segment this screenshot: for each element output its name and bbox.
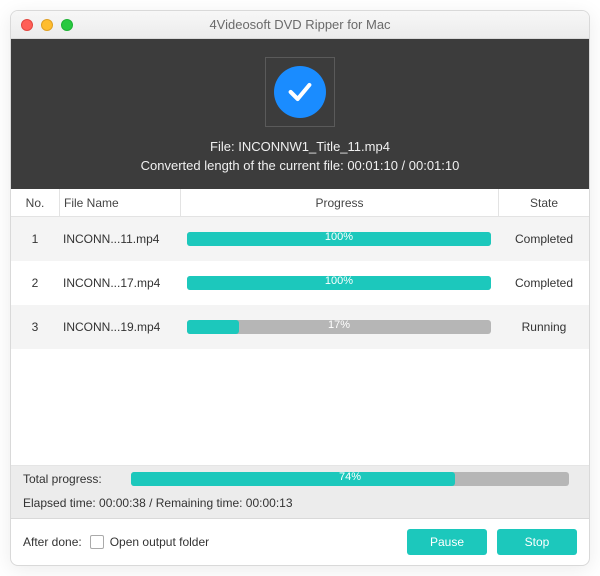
- table-body: 1 INCONN...11.mp4 100% Completed 2 INCON…: [11, 217, 589, 349]
- current-file-label: File: INCONNW1_Title_11.mp4: [21, 139, 579, 154]
- table-row: 3 INCONN...19.mp4 17% Running: [11, 305, 589, 349]
- total-progress-row: Total progress: 74%: [11, 466, 589, 492]
- table-row: 1 INCONN...11.mp4 100% Completed: [11, 217, 589, 261]
- cell-state: Running: [499, 320, 589, 334]
- after-done-label: After done:: [23, 535, 82, 549]
- check-frame: [265, 57, 335, 127]
- cell-state: Completed: [499, 232, 589, 246]
- progress-label: 17%: [187, 319, 491, 331]
- col-header-progress: Progress: [181, 196, 498, 210]
- cell-state: Completed: [499, 276, 589, 290]
- window-title: 4Videosoft DVD Ripper for Mac: [11, 17, 589, 32]
- stop-button[interactable]: Stop: [497, 529, 577, 555]
- cell-no: 2: [11, 276, 59, 290]
- cell-file: INCONN...19.mp4: [59, 320, 179, 334]
- cell-no: 1: [11, 232, 59, 246]
- cell-progress: 17%: [179, 320, 499, 334]
- total-progress-bar: 74%: [131, 472, 569, 486]
- col-header-state: State: [499, 196, 589, 210]
- app-window: 4Videosoft DVD Ripper for Mac File: INCO…: [10, 10, 590, 566]
- cell-progress: 100%: [179, 276, 499, 290]
- progress-label: 100%: [187, 231, 491, 243]
- progress-label: 74%: [131, 471, 569, 483]
- status-hero: File: INCONNW1_Title_11.mp4 Converted le…: [11, 39, 589, 189]
- table-header: No. File Name Progress State: [11, 189, 589, 217]
- cell-file: INCONN...17.mp4: [59, 276, 179, 290]
- cell-progress: 100%: [179, 232, 499, 246]
- action-row: After done: Open output folder Pause Sto…: [11, 519, 589, 565]
- progress-label: 100%: [187, 275, 491, 287]
- col-header-no: No.: [11, 196, 59, 210]
- cell-no: 3: [11, 320, 59, 334]
- bottom-panel: Total progress: 74% Elapsed time: 00:00:…: [11, 465, 589, 565]
- open-output-label: Open output folder: [110, 535, 209, 549]
- table-row: 2 INCONN...17.mp4 100% Completed: [11, 261, 589, 305]
- col-header-file: File Name: [60, 196, 180, 210]
- spacer: [11, 349, 589, 465]
- converted-length-label: Converted length of the current file: 00…: [21, 158, 579, 173]
- cell-file: INCONN...11.mp4: [59, 232, 179, 246]
- progress-bar: 17%: [187, 320, 491, 334]
- total-progress-label: Total progress:: [23, 472, 123, 486]
- progress-bar: 100%: [187, 232, 491, 246]
- pause-button[interactable]: Pause: [407, 529, 487, 555]
- checkmark-icon: [274, 66, 326, 118]
- titlebar: 4Videosoft DVD Ripper for Mac: [11, 11, 589, 39]
- time-row: Elapsed time: 00:00:38 / Remaining time:…: [11, 492, 589, 519]
- progress-bar: 100%: [187, 276, 491, 290]
- open-output-checkbox[interactable]: [90, 535, 104, 549]
